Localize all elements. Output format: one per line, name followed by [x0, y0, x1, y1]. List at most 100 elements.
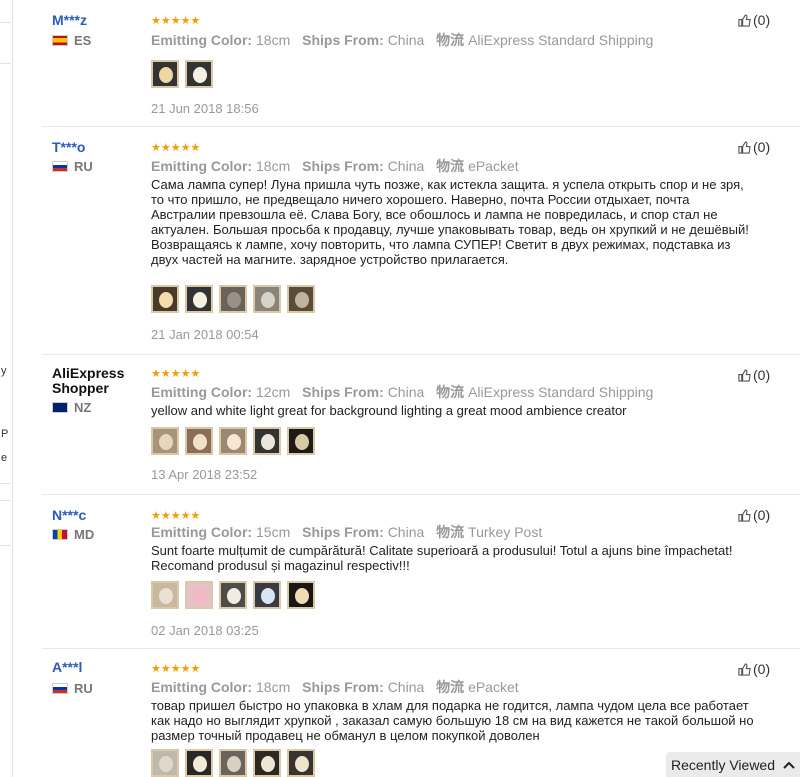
- color-value: 15cm: [256, 524, 291, 540]
- review-photos: [151, 581, 315, 609]
- helpful-button[interactable]: (0): [738, 367, 770, 383]
- logistics-value: AliExpress Standard Shipping: [468, 32, 654, 48]
- review-photos: [151, 285, 315, 313]
- review-photo-thumbnail[interactable]: [151, 427, 179, 455]
- review-photos: [151, 427, 315, 455]
- logistics-value: Turkey Post: [468, 524, 543, 540]
- review-photo-thumbnail[interactable]: [287, 581, 315, 609]
- logistics-label: 物流: [436, 158, 465, 174]
- review-photo-thumbnail[interactable]: [185, 427, 213, 455]
- ships-value: China: [387, 158, 425, 174]
- helpful-button[interactable]: (0): [738, 139, 770, 155]
- reviewer-country: NZ: [52, 400, 91, 415]
- review-photo-thumbnail[interactable]: [219, 285, 247, 313]
- logistics-value: ePacket: [468, 158, 519, 174]
- review-photo-thumbnail[interactable]: [151, 581, 179, 609]
- recently-viewed-tab[interactable]: Recently Viewed: [666, 752, 800, 777]
- helpful-count: (0): [753, 12, 771, 28]
- logistics-value: ePacket: [468, 679, 519, 695]
- order-attributes: Emitting Color: 15cm Ships From: China 物…: [151, 522, 542, 542]
- reviewer-country: MD: [52, 527, 94, 542]
- review-date: 21 Jun 2018 18:56: [151, 101, 259, 116]
- star-rating: ★★★★★: [151, 142, 201, 154]
- order-attributes: Emitting Color: 18cm Ships From: China 物…: [151, 30, 653, 50]
- review-photo-thumbnail[interactable]: [185, 60, 213, 88]
- color-value: 18cm: [256, 679, 291, 695]
- reviewer-name[interactable]: A***l: [52, 659, 142, 675]
- color-label: Emitting Color:: [151, 158, 253, 174]
- chevron-up-icon: [783, 761, 795, 769]
- review-photo-thumbnail[interactable]: [219, 749, 247, 777]
- review-photo-thumbnail[interactable]: [253, 285, 281, 313]
- review-photo-thumbnail[interactable]: [253, 581, 281, 609]
- ships-label: Ships From:: [302, 679, 384, 695]
- star-rating: ★★★★★: [151, 663, 201, 675]
- helpful-count: (0): [753, 139, 771, 155]
- review-photo-thumbnail[interactable]: [151, 749, 179, 777]
- sidebar-fragment: P: [1, 428, 9, 440]
- ships-label: Ships From:: [302, 524, 384, 540]
- reviewer-name[interactable]: N***c: [52, 507, 142, 523]
- review-photo-thumbnail[interactable]: [185, 581, 213, 609]
- moldova-flag-icon: [52, 529, 68, 540]
- sidebar-panel: [0, 500, 11, 546]
- new-zealand-flag-icon: [52, 402, 68, 413]
- review-photo-thumbnail[interactable]: [151, 285, 179, 313]
- review-date: 13 Apr 2018 23:52: [151, 467, 258, 482]
- star-rating: ★★★★★: [151, 510, 201, 522]
- logistics-label: 物流: [436, 32, 465, 48]
- review-photo-thumbnail[interactable]: [185, 285, 213, 313]
- review-photo-thumbnail[interactable]: [151, 60, 179, 88]
- color-value: 18cm: [256, 32, 291, 48]
- reviewer-name[interactable]: T***o: [52, 139, 142, 155]
- review-item: AliExpress Shopper NZ ★★★★★ Emitting Col…: [42, 355, 800, 495]
- color-label: Emitting Color:: [151, 679, 253, 695]
- review-photo-thumbnail[interactable]: [219, 427, 247, 455]
- ships-value: China: [387, 679, 425, 695]
- review-item: N***c MD ★★★★★ Emitting Color: 15cm Ship…: [42, 495, 800, 649]
- sidebar-panel: [0, 22, 11, 64]
- color-label: Emitting Color:: [151, 524, 253, 540]
- review-photo-thumbnail[interactable]: [219, 581, 247, 609]
- country-code: NZ: [74, 400, 92, 415]
- ships-value: China: [387, 32, 425, 48]
- russia-flag-icon: [52, 683, 68, 694]
- reviewer-name[interactable]: AliExpress Shopper: [52, 366, 142, 396]
- color-label: Emitting Color:: [151, 32, 253, 48]
- ships-value: China: [387, 524, 425, 540]
- review-photo-thumbnail[interactable]: [287, 749, 315, 777]
- review-photo-thumbnail[interactable]: [253, 749, 281, 777]
- sidebar-fragment: y: [1, 365, 7, 377]
- helpful-button[interactable]: (0): [738, 12, 770, 28]
- order-attributes: Emitting Color: 12cm Ships From: China 物…: [151, 382, 653, 402]
- helpful-count: (0): [753, 507, 771, 523]
- review-photos: [151, 749, 315, 777]
- review-photo-thumbnail[interactable]: [287, 427, 315, 455]
- ships-label: Ships From:: [302, 32, 384, 48]
- reviewer-country: ES: [52, 33, 91, 48]
- thumbs-up-icon: [738, 662, 751, 676]
- review-photo-thumbnail[interactable]: [253, 427, 281, 455]
- country-code: RU: [74, 159, 93, 174]
- star-rating: ★★★★★: [151, 368, 201, 380]
- reviewer-name[interactable]: M***z: [52, 12, 142, 28]
- ships-value: China: [387, 384, 425, 400]
- review-item: M***z ES ★★★★★ Emitting Color: 18cm Ship…: [42, 0, 800, 127]
- thumbs-up-icon: [738, 368, 751, 382]
- country-code: MD: [74, 527, 95, 542]
- logistics-label: 物流: [436, 384, 465, 400]
- review-date: 02 Jan 2018 03:25: [151, 623, 259, 638]
- thumbs-up-icon: [738, 13, 751, 27]
- review-photo-thumbnail[interactable]: [287, 285, 315, 313]
- review-photo-thumbnail[interactable]: [185, 749, 213, 777]
- review-date: 21 Jan 2018 00:54: [151, 327, 259, 342]
- helpful-button[interactable]: (0): [738, 507, 770, 523]
- country-code: RU: [74, 681, 93, 696]
- color-value: 18cm: [256, 158, 291, 174]
- sidebar-fragment: e: [1, 452, 8, 464]
- star-rating: ★★★★★: [151, 15, 201, 27]
- helpful-button[interactable]: (0): [738, 661, 770, 677]
- thumbs-up-icon: [738, 508, 751, 522]
- review-item: T***o RU ★★★★★ Emitting Color: 18cm Ship…: [42, 127, 800, 355]
- ships-label: Ships From:: [302, 158, 384, 174]
